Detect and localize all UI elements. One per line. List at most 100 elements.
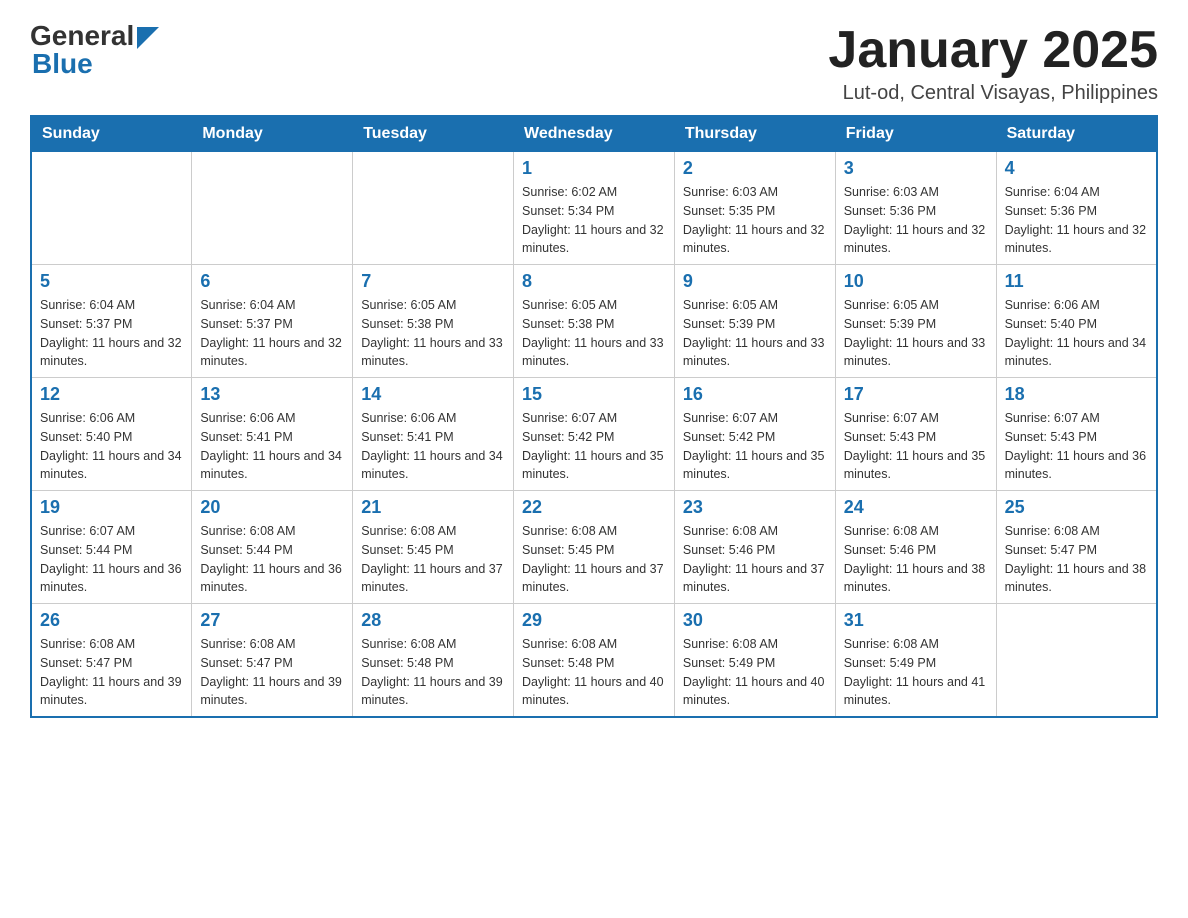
day-number: 19 — [40, 497, 183, 518]
calendar-cell: 10Sunrise: 6:05 AMSunset: 5:39 PMDayligh… — [835, 265, 996, 378]
page-header: General Blue January 2025 Lut-od, Centra… — [30, 20, 1158, 105]
day-number: 9 — [683, 271, 827, 292]
day-number: 12 — [40, 384, 183, 405]
day-info: Sunrise: 6:07 AMSunset: 5:43 PMDaylight:… — [1005, 409, 1148, 484]
calendar-week-3: 12 Sunrise: 6:06 AMSunset: 5:40 PMDayligh… — [31, 378, 1157, 491]
calendar-cell: 8 Sunrise: 6:05 AMSunset: 5:38 PMDaylight… — [514, 265, 675, 378]
day-number: 10 — [844, 271, 988, 292]
day-info: Sunrise: 6:07 AMSunset: 5:43 PMDaylight:… — [844, 409, 988, 484]
weekday-header-row: SundayMondayTuesdayWednesdayThursdayFrid… — [31, 116, 1157, 152]
day-info: Sunrise: 6:08 AMSunset: 5:47 PMDaylight:… — [200, 635, 344, 710]
calendar-cell: 7 Sunrise: 6:05 AMSunset: 5:38 PMDaylight… — [353, 265, 514, 378]
calendar-cell: 3 Sunrise: 6:03 AMSunset: 5:36 PMDaylight… — [835, 152, 996, 265]
weekday-header-monday: Monday — [192, 116, 353, 152]
day-info: Sunrise: 6:05 AMSunset: 5:38 PMDaylight:… — [361, 296, 505, 371]
calendar-cell — [31, 152, 192, 265]
calendar-cell: 25 Sunrise: 6:08 AMSunset: 5:47 PMDayligh… — [996, 491, 1157, 604]
day-number: 28 — [361, 610, 505, 631]
day-info: Sunrise: 6:06 AMSunset: 5:41 PMDaylight:… — [361, 409, 505, 484]
day-number: 7 — [361, 271, 505, 292]
calendar-cell — [192, 152, 353, 265]
day-info: Sunrise: 6:08 AMSunset: 5:48 PMDaylight:… — [522, 635, 666, 710]
calendar-cell: 11 Sunrise: 6:06 AMSunset: 5:40 PMDayligh… — [996, 265, 1157, 378]
day-info: Sunrise: 6:07 AMSunset: 5:44 PMDaylight:… — [40, 522, 183, 597]
day-number: 25 — [1005, 497, 1148, 518]
calendar-cell: 30 Sunrise: 6:08 AMSunset: 5:49 PMDayligh… — [674, 604, 835, 718]
calendar-cell: 12 Sunrise: 6:06 AMSunset: 5:40 PMDayligh… — [31, 378, 192, 491]
day-number: 17 — [844, 384, 988, 405]
day-info: Sunrise: 6:05 AMSunset: 5:38 PMDaylight:… — [522, 296, 666, 371]
day-info: Sunrise: 6:08 AMSunset: 5:44 PMDaylight:… — [200, 522, 344, 597]
calendar-cell: 23 Sunrise: 6:08 AMSunset: 5:46 PMDayligh… — [674, 491, 835, 604]
day-info: Sunrise: 6:08 AMSunset: 5:48 PMDaylight:… — [361, 635, 505, 710]
day-number: 20 — [200, 497, 344, 518]
day-info: Sunrise: 6:04 AMSunset: 5:37 PMDaylight:… — [200, 296, 344, 371]
day-number: 5 — [40, 271, 183, 292]
calendar-cell: 24 Sunrise: 6:08 AMSunset: 5:46 PMDayligh… — [835, 491, 996, 604]
day-info: Sunrise: 6:05 AMSunset: 5:39 PMDaylight:… — [683, 296, 827, 371]
calendar-cell: 16 Sunrise: 6:07 AMSunset: 5:42 PMDayligh… — [674, 378, 835, 491]
day-info: Sunrise: 6:07 AMSunset: 5:42 PMDaylight:… — [522, 409, 666, 484]
day-number: 16 — [683, 384, 827, 405]
calendar-cell: 19 Sunrise: 6:07 AMSunset: 5:44 PMDayligh… — [31, 491, 192, 604]
calendar-cell: 18Sunrise: 6:07 AMSunset: 5:43 PMDayligh… — [996, 378, 1157, 491]
day-number: 2 — [683, 158, 827, 179]
day-number: 1 — [522, 158, 666, 179]
weekday-header-tuesday: Tuesday — [353, 116, 514, 152]
day-info: Sunrise: 6:08 AMSunset: 5:46 PMDaylight:… — [844, 522, 988, 597]
day-info: Sunrise: 6:06 AMSunset: 5:41 PMDaylight:… — [200, 409, 344, 484]
day-number: 23 — [683, 497, 827, 518]
day-number: 14 — [361, 384, 505, 405]
weekday-header-sunday: Sunday — [31, 116, 192, 152]
day-info: Sunrise: 6:06 AMSunset: 5:40 PMDaylight:… — [1005, 296, 1148, 371]
calendar-cell — [996, 604, 1157, 718]
day-number: 27 — [200, 610, 344, 631]
day-number: 3 — [844, 158, 988, 179]
day-info: Sunrise: 6:08 AMSunset: 5:46 PMDaylight:… — [683, 522, 827, 597]
weekday-header-thursday: Thursday — [674, 116, 835, 152]
calendar-cell: 13Sunrise: 6:06 AMSunset: 5:41 PMDayligh… — [192, 378, 353, 491]
day-info: Sunrise: 6:08 AMSunset: 5:47 PMDaylight:… — [1005, 522, 1148, 597]
calendar-cell: 14 Sunrise: 6:06 AMSunset: 5:41 PMDayligh… — [353, 378, 514, 491]
day-number: 30 — [683, 610, 827, 631]
calendar-week-5: 26Sunrise: 6:08 AMSunset: 5:47 PMDayligh… — [31, 604, 1157, 718]
day-number: 8 — [522, 271, 666, 292]
logo-blue-text: Blue — [32, 48, 93, 80]
day-number: 22 — [522, 497, 666, 518]
calendar-cell: 6 Sunrise: 6:04 AMSunset: 5:37 PMDaylight… — [192, 265, 353, 378]
calendar-cell: 31 Sunrise: 6:08 AMSunset: 5:49 PMDayligh… — [835, 604, 996, 718]
day-info: Sunrise: 6:08 AMSunset: 5:49 PMDaylight:… — [844, 635, 988, 710]
weekday-header-friday: Friday — [835, 116, 996, 152]
day-info: Sunrise: 6:06 AMSunset: 5:40 PMDaylight:… — [40, 409, 183, 484]
title-block: January 2025 Lut-od, Central Visayas, Ph… — [828, 20, 1158, 105]
calendar-cell: 9 Sunrise: 6:05 AMSunset: 5:39 PMDaylight… — [674, 265, 835, 378]
day-info: Sunrise: 6:04 AMSunset: 5:37 PMDaylight:… — [40, 296, 183, 371]
calendar-cell: 21 Sunrise: 6:08 AMSunset: 5:45 PMDayligh… — [353, 491, 514, 604]
day-info: Sunrise: 6:08 AMSunset: 5:47 PMDaylight:… — [40, 635, 183, 710]
calendar-table: SundayMondayTuesdayWednesdayThursdayFrid… — [30, 115, 1158, 718]
page-title: January 2025 — [828, 20, 1158, 80]
calendar-week-2: 5 Sunrise: 6:04 AMSunset: 5:37 PMDaylight… — [31, 265, 1157, 378]
day-number: 11 — [1005, 271, 1148, 292]
calendar-cell: 20 Sunrise: 6:08 AMSunset: 5:44 PMDayligh… — [192, 491, 353, 604]
day-info: Sunrise: 6:07 AMSunset: 5:42 PMDaylight:… — [683, 409, 827, 484]
calendar-cell — [353, 152, 514, 265]
day-number: 24 — [844, 497, 988, 518]
logo: General Blue — [30, 20, 159, 80]
calendar-cell: 26Sunrise: 6:08 AMSunset: 5:47 PMDayligh… — [31, 604, 192, 718]
day-info: Sunrise: 6:03 AMSunset: 5:36 PMDaylight:… — [844, 183, 988, 258]
calendar-cell: 29Sunrise: 6:08 AMSunset: 5:48 PMDayligh… — [514, 604, 675, 718]
day-number: 21 — [361, 497, 505, 518]
day-number: 4 — [1005, 158, 1148, 179]
calendar-week-1: 1Sunrise: 6:02 AMSunset: 5:34 PMDaylight… — [31, 152, 1157, 265]
day-info: Sunrise: 6:08 AMSunset: 5:49 PMDaylight:… — [683, 635, 827, 710]
day-info: Sunrise: 6:04 AMSunset: 5:36 PMDaylight:… — [1005, 183, 1148, 258]
day-number: 6 — [200, 271, 344, 292]
page-subtitle: Lut-od, Central Visayas, Philippines — [828, 82, 1158, 105]
calendar-cell: 17 Sunrise: 6:07 AMSunset: 5:43 PMDayligh… — [835, 378, 996, 491]
weekday-header-saturday: Saturday — [996, 116, 1157, 152]
day-info: Sunrise: 6:08 AMSunset: 5:45 PMDaylight:… — [361, 522, 505, 597]
calendar-cell: 2Sunrise: 6:03 AMSunset: 5:35 PMDaylight… — [674, 152, 835, 265]
day-number: 31 — [844, 610, 988, 631]
day-number: 15 — [522, 384, 666, 405]
